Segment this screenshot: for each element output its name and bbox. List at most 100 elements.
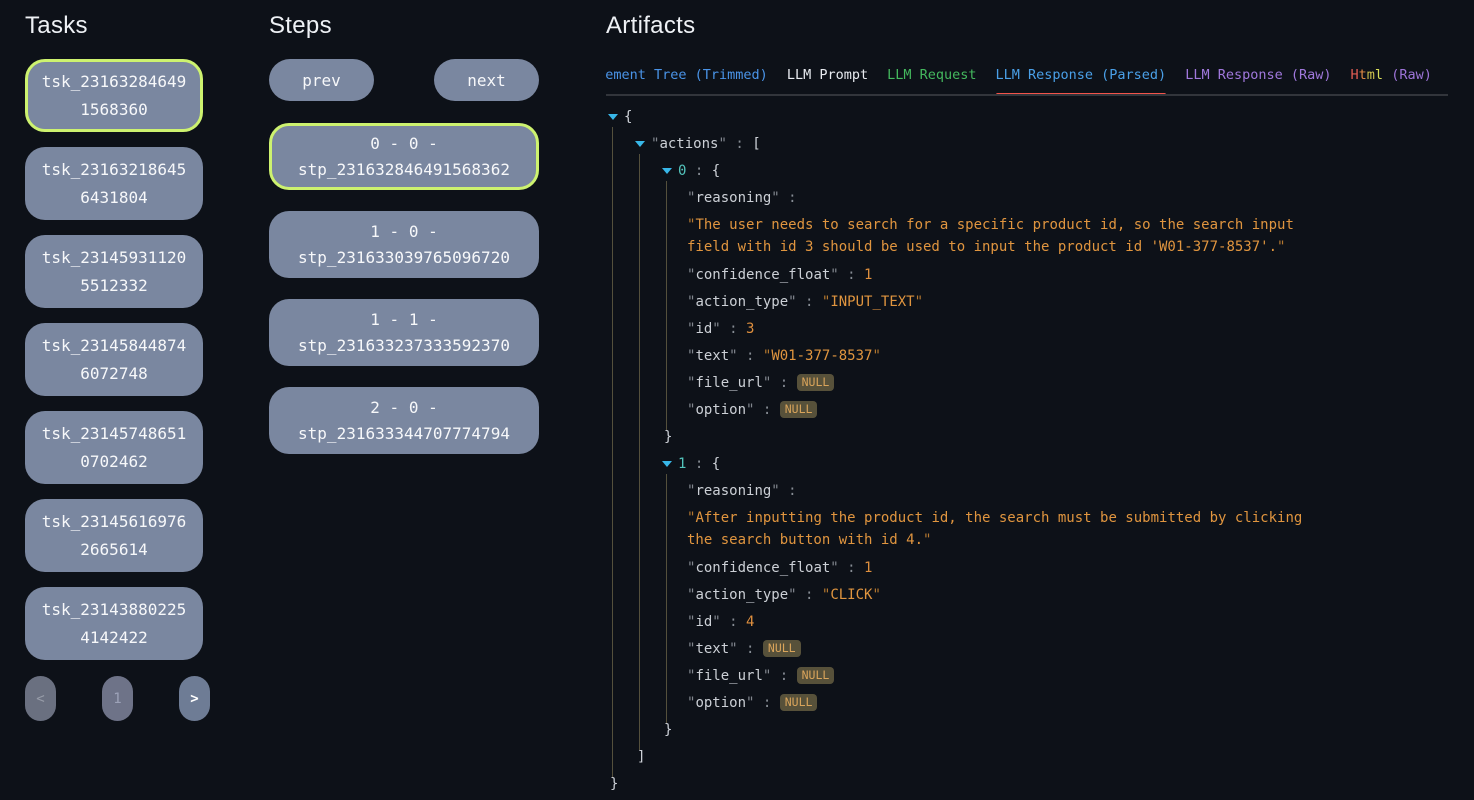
json-string-quote: "	[872, 587, 880, 603]
task-button[interactable]: tsk_231457486510702462	[25, 411, 203, 484]
json-colon: :	[754, 402, 779, 418]
json-colon: :	[839, 560, 864, 576]
collapse-arrow-icon[interactable]	[608, 114, 618, 120]
step-button[interactable]: 1 - 0 - stp_231633039765096720	[269, 211, 539, 278]
task-list: tsk_231632846491568360 tsk_23163218645643…	[25, 59, 210, 660]
collapse-arrow-icon[interactable]	[662, 168, 672, 174]
json-key-quote: "	[729, 641, 737, 657]
indent-guide	[666, 181, 667, 430]
tab-llm-response-raw[interactable]: LLM Response (Raw)	[1185, 67, 1331, 94]
tab-label-part: (Raw)	[1383, 67, 1432, 83]
collapse-arrow-icon[interactable]	[635, 141, 645, 147]
steps-nav: prev next	[269, 59, 539, 101]
task-button[interactable]: tsk_231438802254142422	[25, 587, 203, 660]
json-null: NULL	[780, 694, 818, 711]
tab-html-raw[interactable]: Html (Raw)	[1351, 67, 1432, 94]
json-line: ]	[606, 744, 1448, 771]
json-key-quote: "	[830, 267, 838, 283]
json-colon: :	[727, 136, 752, 152]
json-key: text	[695, 348, 729, 364]
task-button[interactable]: tsk_231632846491568360	[25, 59, 203, 132]
tab-element-tree-trimmed[interactable]: Element Tree (Trimmed)	[606, 67, 768, 94]
task-button[interactable]: tsk_231458448746072748	[25, 323, 203, 396]
json-string: The user needs to search for a specific …	[687, 217, 1294, 255]
json-key: file_url	[695, 375, 762, 391]
artifacts-title: Artifacts	[606, 12, 1448, 40]
json-key: actions	[659, 136, 718, 152]
tab-label-part: m	[1367, 67, 1375, 83]
json-colon: :	[754, 695, 779, 711]
json-string: W01-377-8537	[771, 348, 872, 364]
json-key-quote: "	[718, 136, 726, 152]
json-key-quote: "	[729, 348, 737, 364]
json-key: confidence_float	[695, 267, 830, 283]
json-line: 1 : {	[606, 451, 1448, 478]
tabbar-baseline	[606, 94, 1448, 96]
tab-label-part: H	[1351, 67, 1359, 83]
task-button[interactable]: tsk_231632186456431804	[25, 147, 203, 220]
json-line: "actions" : [	[606, 131, 1448, 158]
task-button[interactable]: tsk_231459311205512332	[25, 235, 203, 308]
json-key: reasoning	[695, 190, 771, 206]
json-punct: }	[664, 722, 672, 738]
json-colon: :	[721, 321, 746, 337]
json-punct: [	[752, 136, 760, 152]
tab-llm-prompt[interactable]: LLM Prompt	[787, 67, 868, 94]
json-line: "After inputting the product id, the sea…	[606, 505, 1336, 555]
json-string-quote: "	[915, 294, 923, 310]
tasks-pagination: < 1 >	[25, 676, 210, 721]
json-colon: :	[839, 267, 864, 283]
json-tree-viewer: {"actions" : [0 : {"reasoning" : "The us…	[606, 104, 1448, 798]
json-key: reasoning	[695, 483, 771, 499]
json-line: "reasoning" :	[606, 478, 1448, 505]
json-line: {	[606, 104, 1448, 131]
json-key: option	[695, 695, 746, 711]
pagination-prev-button[interactable]: <	[25, 676, 56, 721]
steps-prev-button[interactable]: prev	[269, 59, 374, 101]
json-punct: {	[712, 456, 720, 472]
json-line: "option" : NULL	[606, 397, 1448, 424]
collapse-arrow-icon[interactable]	[662, 461, 672, 467]
json-key-quote: "	[830, 560, 838, 576]
json-key: id	[695, 614, 712, 630]
task-button[interactable]: tsk_231456169762665614	[25, 499, 203, 572]
json-punct: }	[664, 429, 672, 445]
tab-llm-request[interactable]: LLM Request	[887, 67, 976, 94]
json-key: action_type	[695, 294, 788, 310]
step-button[interactable]: 2 - 0 - stp_231633344707774794	[269, 387, 539, 454]
tasks-panel: Tasks tsk_231632846491568360tsk_23163218…	[25, 0, 210, 721]
json-string: CLICK	[830, 587, 872, 603]
json-key: id	[695, 321, 712, 337]
steps-title: Steps	[269, 12, 539, 40]
json-line: }	[606, 717, 1448, 744]
json-line: "confidence_float" : 1	[606, 555, 1448, 582]
steps-next-button[interactable]: next	[434, 59, 539, 101]
json-key: file_url	[695, 668, 762, 684]
json-colon: :	[780, 483, 797, 499]
json-colon: :	[686, 456, 711, 472]
tab-label-part: t	[1359, 67, 1367, 83]
pagination-current-page-button[interactable]: 1	[102, 676, 133, 721]
artifacts-tabstrip: Element Tree (Trimmed) LLM Prompt LLM Requ…	[606, 64, 1448, 94]
json-key: text	[695, 641, 729, 657]
json-line: "option" : NULL	[606, 690, 1448, 717]
json-key-quote: "	[712, 614, 720, 630]
json-key-quote: "	[771, 190, 779, 206]
tab-llm-response-parsed[interactable]: LLM Response (Parsed)	[996, 67, 1167, 94]
indent-guide	[666, 474, 667, 723]
pagination-next-button[interactable]: >	[179, 676, 210, 721]
json-key: option	[695, 402, 746, 418]
json-null: NULL	[797, 667, 835, 684]
json-line: "text" : "W01-377-8537"	[606, 343, 1448, 370]
step-button[interactable]: 1 - 1 - stp_231633237333592370	[269, 299, 539, 366]
json-null: NULL	[763, 640, 801, 657]
json-colon: :	[797, 294, 822, 310]
json-line: 0 : {	[606, 158, 1448, 185]
indent-guide	[639, 154, 640, 750]
json-line: "id" : 4	[606, 609, 1448, 636]
artifacts-panel: Artifacts Element Tree (Trimmed) LLM Prom…	[606, 0, 1448, 798]
json-line: "reasoning" :	[606, 185, 1448, 212]
step-button[interactable]: 0 - 0 - stp_231632846491568362	[269, 123, 539, 190]
json-number: 3	[746, 321, 754, 337]
json-string-quote: "	[872, 348, 880, 364]
